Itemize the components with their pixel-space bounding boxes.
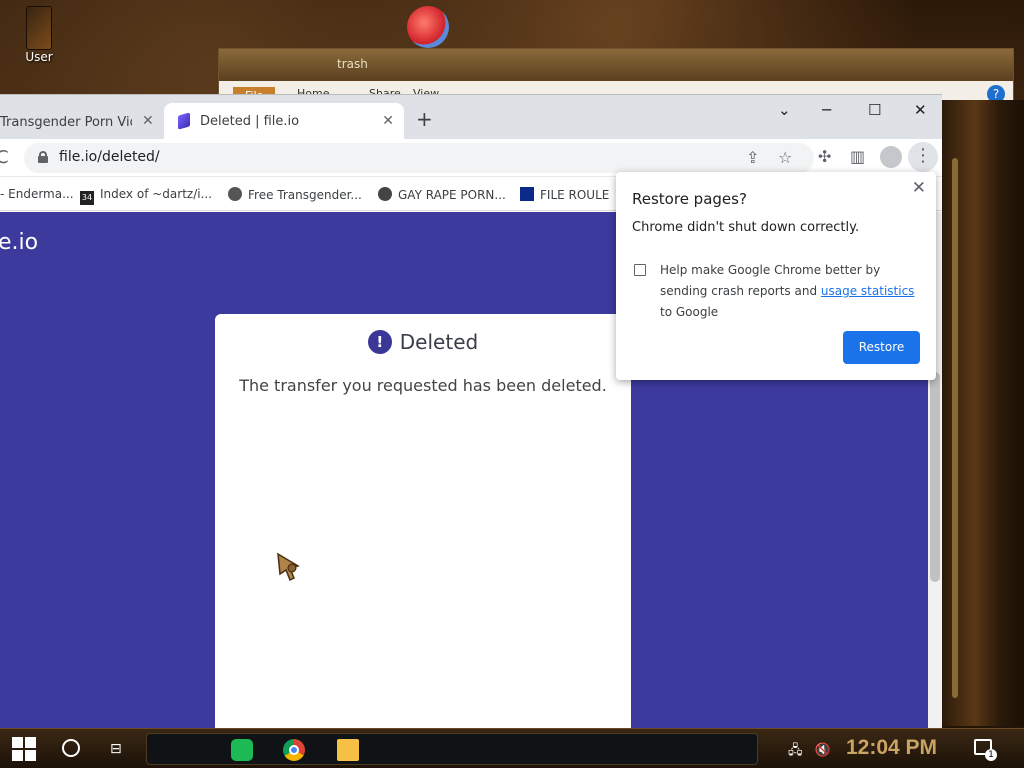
- task-view-icon[interactable]: ⊟: [110, 741, 122, 757]
- bookmark-item[interactable]: - Enderma...: [0, 187, 74, 201]
- tab-title: Deleted | file.io: [200, 114, 300, 129]
- deleted-card: ! Deleted The transfer you requested has …: [215, 314, 631, 729]
- url-text[interactable]: file.io/deleted/: [59, 149, 160, 165]
- brass-rod-decoration: [952, 158, 958, 698]
- chrome-menu-kebab-icon[interactable]: ⋮: [908, 142, 938, 172]
- globe-icon: [378, 187, 392, 201]
- desktop-icon-user[interactable]: User: [14, 6, 64, 64]
- file-explorer-folder-icon[interactable]: [337, 739, 359, 761]
- bookmark-favicon-icon: 34: [80, 191, 94, 205]
- notification-count-badge: 1: [985, 749, 997, 761]
- bookmark-label: Free Transgender...: [248, 188, 362, 202]
- address-bar[interactable]: file.io/deleted/ ⇪ ☆: [24, 143, 814, 173]
- cortana-search-icon[interactable]: [62, 739, 80, 757]
- new-tab-button[interactable]: +: [416, 107, 433, 131]
- bookmark-label: FILE ROULE: [540, 188, 610, 202]
- bookmark-item[interactable]: Free Transgender...: [228, 187, 362, 202]
- chat-app-icon[interactable]: [231, 739, 253, 761]
- mouse-cursor-icon: [277, 552, 300, 582]
- bookmark-item[interactable]: 34 Index of ~dartz/i...: [80, 187, 212, 205]
- close-window-button[interactable]: ✕: [914, 101, 927, 119]
- share-icon[interactable]: ⇪: [746, 148, 759, 167]
- system-tray: 🖧 🔇: [788, 741, 831, 763]
- taskbar-clock[interactable]: 12:04 PM: [846, 736, 937, 760]
- bookmark-label: GAY RAPE PORN...: [398, 188, 506, 202]
- file-io-logo[interactable]: e.io: [0, 230, 38, 255]
- extensions-puzzle-icon[interactable]: ✣: [818, 147, 831, 166]
- tab-transgender-videos[interactable]: Transgender Porn Videos ✕: [0, 103, 162, 139]
- send-stats-checkbox[interactable]: [634, 264, 646, 276]
- bookmark-item[interactable]: GAY RAPE PORN...: [378, 187, 506, 202]
- card-title: Deleted: [399, 330, 479, 354]
- dialog-title: Restore pages?: [632, 190, 747, 208]
- windows-start-icon[interactable]: [12, 737, 36, 761]
- tab-file-io-deleted[interactable]: Deleted | file.io ✕: [164, 103, 404, 139]
- speaker-muted-icon[interactable]: 🔇: [815, 743, 831, 758]
- file-io-favicon-icon: [178, 112, 190, 130]
- tab-close-icon[interactable]: ✕: [382, 113, 394, 129]
- lock-icon[interactable]: [38, 151, 48, 163]
- tab-strip: Transgender Porn Videos ✕ Deleted | file…: [0, 95, 942, 139]
- send-stats-label: Help make Google Chrome better by sendin…: [660, 260, 922, 323]
- usage-statistics-link[interactable]: usage statistics: [821, 284, 915, 298]
- side-panel-icon[interactable]: ▥: [850, 147, 865, 166]
- explorer-title: trash: [219, 49, 1013, 81]
- restore-button[interactable]: Restore: [843, 331, 920, 364]
- bookmark-star-icon[interactable]: ☆: [778, 148, 792, 167]
- chrome-taskbar-icon[interactable]: [283, 739, 305, 761]
- maximize-button[interactable]: ☐: [868, 101, 881, 119]
- dialog-message: Chrome didn't shut down correctly.: [632, 220, 860, 235]
- bookmark-item[interactable]: FILE ROULE: [520, 187, 609, 202]
- exclamation-alert-icon: !: [367, 330, 392, 354]
- bookmark-favicon-icon: [520, 187, 534, 201]
- windows-taskbar: ⊟ 🖧 🔇 12:04 PM 1: [0, 728, 1024, 768]
- card-message: The transfer you requested has been dele…: [239, 376, 607, 395]
- tab-search-chevron-down-icon[interactable]: ⌄: [778, 101, 791, 119]
- people-app-icon: [407, 6, 449, 48]
- profile-avatar-icon[interactable]: [880, 146, 902, 168]
- restore-pages-dialog: Restore pages? ✕ Chrome didn't shut down…: [616, 172, 936, 380]
- tab-title: Transgender Porn Videos: [0, 115, 132, 130]
- minimize-button[interactable]: ─: [822, 101, 831, 119]
- close-icon[interactable]: ✕: [912, 178, 926, 198]
- scrollbar-thumb[interactable]: [930, 372, 940, 582]
- bookmark-label: Index of ~dartz/i...: [100, 187, 213, 201]
- card-header: ! Deleted: [215, 330, 631, 354]
- lock-body: [38, 156, 48, 163]
- network-icon[interactable]: 🖧: [788, 743, 803, 758]
- taskbar-apps-tray: [146, 733, 758, 765]
- user-folder-icon: [26, 6, 52, 50]
- desktop-icon-label: User: [25, 50, 53, 64]
- bookmark-favicon-icon: [228, 187, 242, 201]
- tab-close-icon[interactable]: ✕: [142, 113, 154, 129]
- desktop-wallpaper-gear-panel: [942, 100, 1024, 726]
- option-text-suffix: to Google: [660, 305, 719, 319]
- desktop-icon-people[interactable]: [398, 6, 458, 48]
- reload-icon[interactable]: C: [0, 147, 9, 168]
